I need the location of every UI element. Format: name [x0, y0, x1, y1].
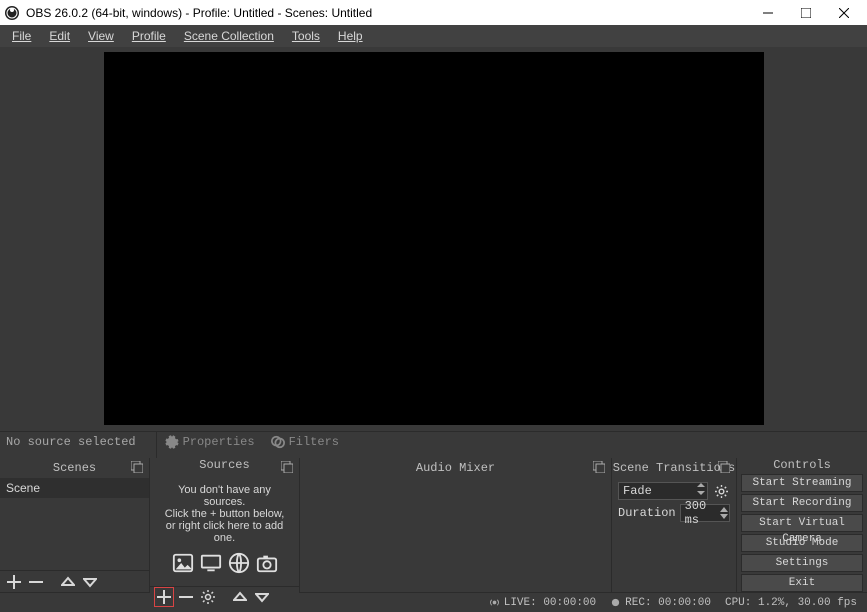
start-virtual-camera-button[interactable]: Start Virtual Camera [741, 514, 863, 532]
transition-settings-button[interactable] [712, 482, 730, 500]
menu-help[interactable]: Help [330, 27, 371, 45]
window-title: OBS 26.0.2 (64-bit, windows) - Profile: … [26, 6, 749, 20]
start-recording-button[interactable]: Start Recording [741, 494, 863, 512]
menu-scene-collection[interactable]: Scene Collection [176, 27, 282, 45]
source-toolbar: No source selected Properties Filters [0, 431, 867, 458]
sources-empty-hint: You don't have any sources. Click the + … [150, 472, 299, 586]
add-source-button[interactable] [154, 587, 174, 607]
broadcast-icon [489, 597, 500, 608]
scenes-list[interactable]: Scene [0, 478, 149, 570]
add-scene-button[interactable] [4, 572, 24, 592]
menu-profile[interactable]: Profile [124, 27, 174, 45]
gear-icon [201, 590, 215, 604]
move-scene-down-button[interactable] [80, 572, 100, 592]
sources-list[interactable]: You don't have any sources. Click the + … [150, 472, 299, 586]
transition-select[interactable]: Fade [618, 482, 708, 500]
dock-icon[interactable] [131, 461, 143, 477]
sources-panel: Sources You don't have any sources. Clic… [150, 458, 300, 592]
filters-button[interactable]: Filters [263, 432, 347, 458]
menubar: File Edit View Profile Scene Collection … [0, 25, 867, 47]
duration-label: Duration [618, 506, 676, 520]
close-button[interactable] [825, 0, 863, 25]
source-properties-button[interactable] [198, 587, 218, 607]
move-scene-up-button[interactable] [58, 572, 78, 592]
menu-edit[interactable]: Edit [41, 27, 78, 45]
menu-view[interactable]: View [80, 27, 122, 45]
sources-header: Sources [150, 458, 299, 472]
scenes-panel: Scenes Scene [0, 458, 150, 592]
minimize-button[interactable] [749, 0, 787, 25]
controls-header: Controls [737, 458, 867, 472]
status-rec: REC: 00:00:00 [610, 597, 711, 609]
dock-icon[interactable] [281, 461, 293, 477]
scene-item[interactable]: Scene [0, 478, 149, 498]
duration-spinbox[interactable]: 300 ms [680, 504, 730, 522]
sources-footer [150, 586, 299, 607]
display-icon [200, 552, 222, 574]
app-icon [4, 5, 20, 21]
menu-file[interactable]: File [4, 27, 39, 45]
scene-transitions-header: Scene Transitions [612, 458, 736, 478]
status-live: LIVE: 00:00:00 [489, 597, 596, 609]
window-titlebar: OBS 26.0.2 (64-bit, windows) - Profile: … [0, 0, 867, 25]
gear-icon [165, 435, 179, 449]
studio-mode-button[interactable]: Studio Mode [741, 534, 863, 552]
start-streaming-button[interactable]: Start Streaming [741, 474, 863, 492]
updown-icon [697, 483, 705, 499]
audio-mixer-header: Audio Mixer [300, 458, 611, 478]
menu-tools[interactable]: Tools [284, 27, 328, 45]
controls-panel: Controls Start Streaming Start Recording… [737, 458, 867, 592]
camera-icon [256, 552, 278, 574]
remove-source-button[interactable] [176, 587, 196, 607]
preview-area [0, 47, 867, 431]
remove-scene-button[interactable] [26, 572, 46, 592]
exit-button[interactable]: Exit [741, 574, 863, 592]
gear-icon [715, 485, 728, 498]
status-cpu: CPU: 1.2%, 30.00 fps [725, 597, 857, 609]
scenes-header: Scenes [0, 458, 149, 478]
properties-button[interactable]: Properties [157, 432, 263, 458]
dock-icon[interactable] [718, 461, 730, 477]
maximize-button[interactable] [787, 0, 825, 25]
scene-transitions-panel: Scene Transitions Fade Duration 300 ms [612, 458, 737, 592]
audio-mixer-body[interactable] [300, 478, 611, 592]
bottom-docks: Scenes Scene Sources You don't have any … [0, 458, 867, 592]
record-icon [610, 597, 621, 608]
audio-mixer-panel: Audio Mixer [300, 458, 612, 592]
scenes-footer [0, 570, 149, 592]
spin-arrows-icon [720, 507, 728, 519]
globe-icon [228, 552, 250, 574]
image-icon [172, 552, 194, 574]
move-source-up-button[interactable] [230, 587, 250, 607]
no-source-label: No source selected [0, 435, 144, 455]
filter-icon [271, 435, 285, 449]
dock-icon[interactable] [593, 461, 605, 477]
settings-button[interactable]: Settings [741, 554, 863, 572]
transitions-body: Fade Duration 300 ms [612, 478, 736, 592]
move-source-down-button[interactable] [252, 587, 272, 607]
preview-canvas[interactable] [104, 52, 764, 425]
